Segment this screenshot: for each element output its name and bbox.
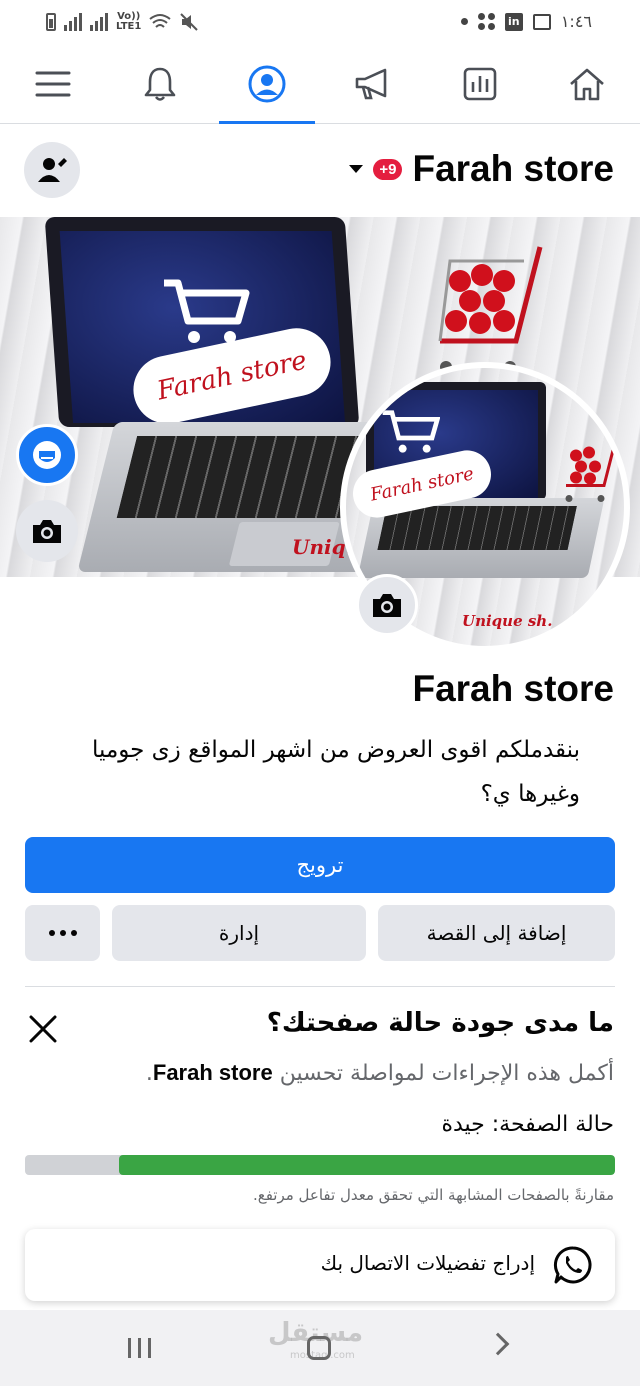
page-switcher-name: Farah store	[412, 148, 614, 189]
notification-dot-icon	[460, 18, 468, 25]
avatar-icon	[33, 441, 61, 469]
page-health-description: أكمل هذه الإجراءات لمواصلة تحسين Farah s…	[145, 1060, 614, 1086]
chevron-down-icon	[349, 165, 364, 173]
cart-icon	[164, 279, 250, 343]
divider	[25, 986, 615, 987]
avatar-button[interactable]	[16, 424, 78, 486]
bar-chart-icon	[463, 67, 497, 100]
profile-cart-icon	[382, 410, 440, 453]
nav-home[interactable]	[539, 46, 635, 122]
app-grid-icon	[477, 13, 495, 30]
edit-cover-button[interactable]	[16, 500, 78, 562]
manage-button[interactable]: إدارة	[112, 905, 366, 961]
person-edit-icon	[38, 158, 67, 182]
top-nav	[0, 44, 640, 124]
edit-profile-picture-button[interactable]	[356, 574, 418, 636]
status-right: in ١:٤٦	[460, 12, 592, 31]
page-header: +9 Farah store	[0, 128, 640, 216]
promote-button[interactable]: ترويج	[25, 837, 615, 893]
battery-icon	[46, 13, 56, 31]
nav-notifications[interactable]	[112, 46, 208, 122]
page-bio: بنقدملكم اقوى العروض من اشهر المواقع زى …	[92, 737, 580, 807]
whatsapp-icon	[553, 1246, 592, 1284]
nav-promote[interactable]	[325, 46, 421, 122]
recent-apps-button[interactable]	[128, 1338, 151, 1358]
home-icon	[569, 68, 604, 100]
page-health-status: حالة الصفحة: جيدة	[441, 1112, 614, 1137]
profile-icon	[248, 65, 286, 102]
page-switcher[interactable]: +9 Farah store	[349, 148, 614, 190]
android-nav-bar: مستقل mostaql.com	[0, 1310, 640, 1386]
nav-profile[interactable]	[218, 46, 315, 124]
signal-icon-2	[90, 13, 108, 31]
more-button[interactable]	[25, 905, 100, 961]
page-health-progress-bar	[25, 1155, 615, 1175]
page-health-note: مقارنةً بالصفحات المشابهة التي تحقق معدل…	[252, 1186, 614, 1204]
mute-icon	[180, 13, 199, 31]
signal-icon	[64, 13, 82, 31]
clock: ١:٤٦	[560, 12, 592, 31]
action-buttons-row: إضافة إلى القصة إدارة	[25, 905, 615, 961]
status-bar: Vo)) LTE1 in ١:٤٦	[0, 0, 640, 44]
more-dots-icon	[48, 930, 77, 936]
camera-icon	[33, 520, 61, 543]
volte-label: Vo)) LTE1	[116, 11, 142, 32]
camera-icon	[373, 594, 401, 617]
contact-preferences-label: إدراج تفضيلات الاتصال بك	[320, 1251, 535, 1275]
bell-icon	[144, 67, 176, 101]
contact-preferences-card[interactable]: إدراج تفضيلات الاتصال بك	[25, 1229, 615, 1301]
status-left: Vo)) LTE1	[46, 12, 199, 32]
megaphone-icon	[355, 68, 387, 99]
profile-tagline: Unique sh.	[462, 612, 553, 630]
nav-insights[interactable]	[432, 46, 528, 122]
page-health-title: ما مدى جودة حالة صفحتك؟	[266, 1008, 614, 1038]
gallery-icon	[532, 13, 551, 30]
back-button[interactable]	[486, 1332, 510, 1356]
add-to-story-button[interactable]: إضافة إلى القصة	[378, 905, 615, 961]
linkedin-icon: in	[504, 12, 523, 31]
page-title: Farah store	[412, 668, 614, 709]
close-icon[interactable]	[26, 1012, 60, 1046]
page-health-page-name: Farah store	[152, 1060, 273, 1085]
nav-menu[interactable]	[5, 46, 101, 122]
hamburger-icon	[35, 71, 71, 96]
page-health-progress-fill	[119, 1155, 615, 1175]
home-button[interactable]	[307, 1336, 331, 1360]
edit-page-button[interactable]	[24, 142, 80, 198]
profile-trolley-icon	[565, 438, 618, 502]
notification-badge: +9	[373, 158, 403, 180]
wifi-icon	[149, 14, 171, 28]
